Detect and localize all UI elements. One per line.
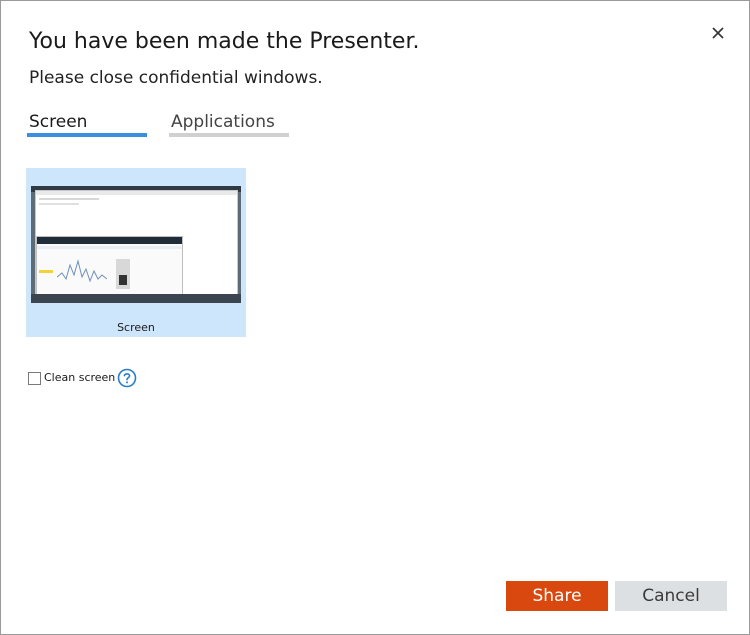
dialog-subtitle: Please close confidential windows. <box>29 68 323 88</box>
screen-option-label: Screen <box>117 321 155 334</box>
clean-screen-label: Clean screen <box>44 371 116 384</box>
close-icon <box>712 27 724 39</box>
tab-screen-underline <box>27 133 147 137</box>
help-circle-icon[interactable] <box>117 368 137 388</box>
tab-applications-underline <box>169 133 289 137</box>
dialog-title: You have been made the Presenter. <box>29 29 420 54</box>
close-button[interactable] <box>708 23 728 43</box>
cancel-button[interactable]: Cancel <box>615 581 727 611</box>
share-button[interactable]: Share <box>506 581 608 611</box>
presenter-dialog: You have been made the Presenter. Please… <box>0 0 750 635</box>
screen-thumbnail <box>31 186 241 303</box>
clean-screen-checkbox[interactable] <box>28 372 41 385</box>
screen-share-option[interactable]: Screen <box>26 168 246 337</box>
